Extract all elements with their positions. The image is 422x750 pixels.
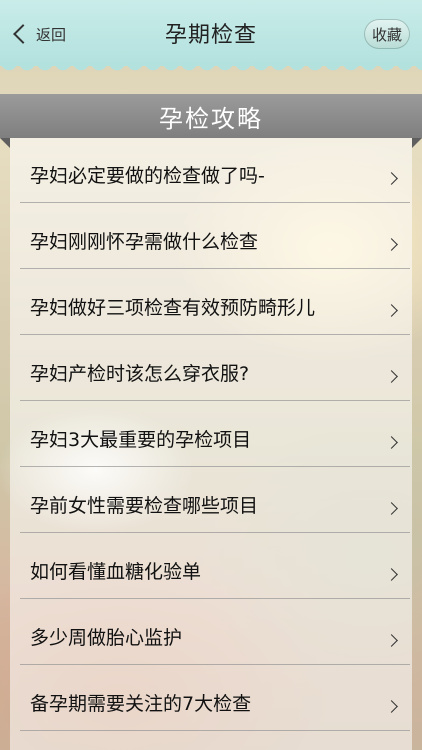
list-item-label: 多少周做胎心监护 [30, 626, 183, 649]
list-item[interactable]: 孕妇必定要做的检查做了吗- [20, 146, 410, 203]
page-title: 孕期检查 [164, 23, 257, 48]
chevron-right-icon [385, 172, 398, 185]
chevron-right-icon [385, 238, 398, 251]
chevron-right-icon [385, 634, 398, 647]
chevron-right-icon [385, 436, 398, 449]
list-item-label: 备孕期需要关注的7大检查 [30, 692, 252, 715]
chevron-right-icon [385, 370, 398, 383]
list-item[interactable]: 孕妇3大最重要的孕检项目 [20, 410, 410, 467]
navigation-bar: 返回 孕期检查 收藏 [0, 0, 422, 66]
scallop-border [0, 62, 422, 76]
list-item-label: 如何看懂血糖化验单 [30, 560, 202, 583]
section-title: 孕检攻略 [159, 104, 263, 133]
list-item[interactable]: 孕妇刚刚怀孕需做什么检查 [20, 212, 410, 269]
chevron-right-icon [385, 502, 398, 515]
article-list: 孕妇必定要做的检查做了吗- 孕妇刚刚怀孕需做什么检查 孕妇做好三项检查有效预防畸… [10, 138, 412, 750]
chevron-right-icon [385, 304, 398, 317]
list-item-label: 孕妇做好三项检查有效预防畸形儿 [30, 296, 316, 319]
list-item-label: 孕妇3大最重要的孕检项目 [30, 428, 252, 451]
list-item[interactable]: 如何看懂血糖化验单 [20, 542, 410, 599]
section-header: 孕检攻略 [0, 94, 422, 148]
screen: 返回 孕期检查 收藏 孕检攻略 孕妇必定要做的检查做了吗- 孕妇刚刚怀孕需做什么… [0, 0, 422, 750]
ribbon-fold-left [0, 138, 10, 148]
chevron-right-icon [385, 700, 398, 713]
back-label: 返回 [36, 25, 67, 44]
list-item-label: 孕妇必定要做的检查做了吗- [30, 164, 265, 187]
back-button[interactable]: 返回 [10, 20, 66, 48]
ribbon-fold-right [412, 138, 422, 148]
list-item[interactable]: 孕妇做好三项检查有效预防畸形儿 [20, 278, 410, 335]
chevron-left-icon [13, 24, 33, 44]
list-item-label: 孕妇刚刚怀孕需做什么检查 [30, 230, 259, 253]
chevron-right-icon [385, 568, 398, 581]
list-item[interactable]: 孕前女性需要检查哪些项目 [20, 476, 410, 533]
list-item[interactable]: 备孕期需要关注的7大检查 [20, 674, 410, 731]
list-item-label: 孕前女性需要检查哪些项目 [30, 494, 259, 517]
list-item[interactable]: 多少周做胎心监护 [20, 608, 410, 665]
favorite-button[interactable]: 收藏 [364, 19, 410, 49]
list-item-label: 孕妇产检时该怎么穿衣服? [30, 362, 250, 385]
list-item[interactable]: 孕妇产检时该怎么穿衣服? [20, 344, 410, 401]
